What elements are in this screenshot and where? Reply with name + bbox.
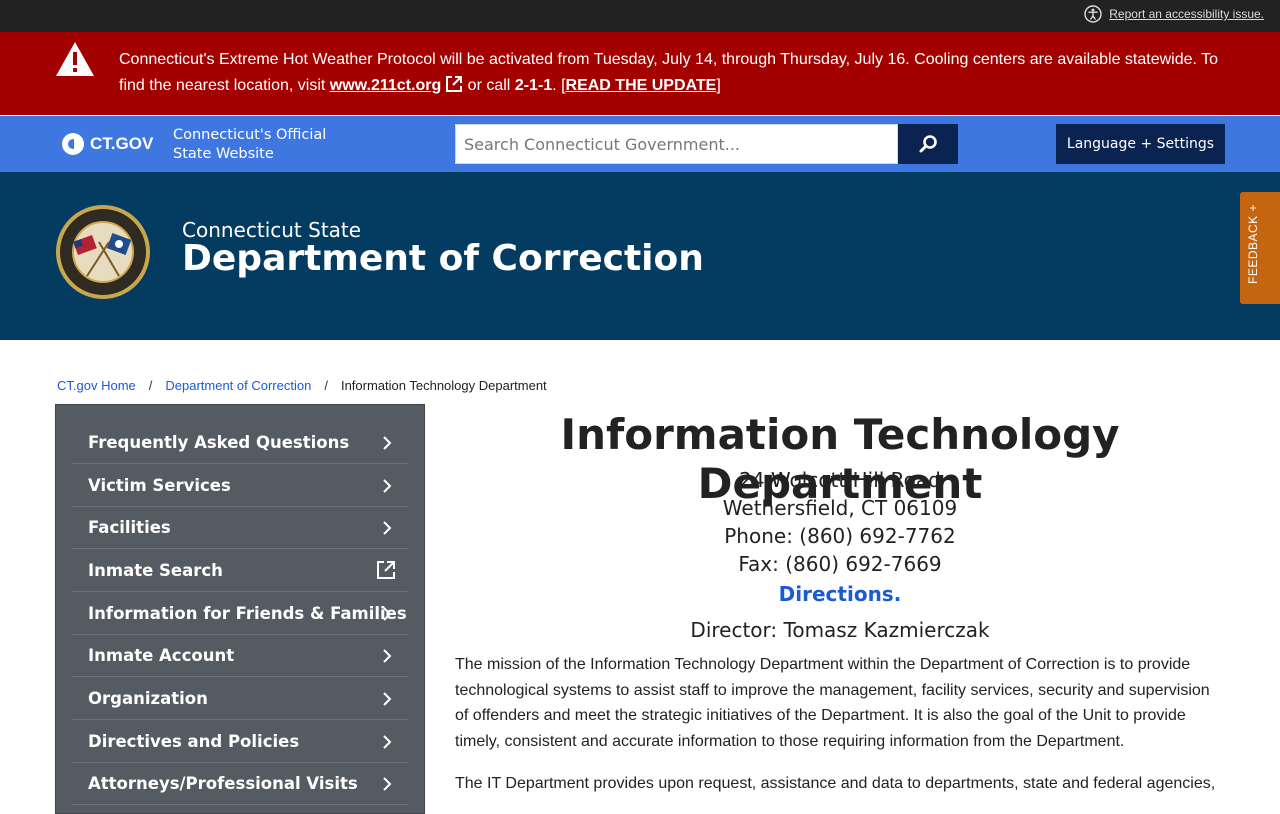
211ct-link[interactable]: www.211ct.org — [330, 76, 463, 94]
read-the-update-link[interactable]: READ THE UPDATE — [566, 77, 717, 94]
alert-text-part: ] — [716, 77, 721, 94]
breadcrumb-separator: / — [324, 378, 328, 393]
chevron-right-icon — [383, 479, 392, 493]
search-placeholder: Search Connecticut Government... — [464, 134, 740, 154]
ctgov-logo-icon — [62, 133, 84, 155]
nav-item-faq[interactable]: Frequently Asked Questions — [72, 421, 408, 464]
nav-item-inmate-account[interactable]: Inmate Account — [72, 634, 408, 677]
weather-alert-banner: Connecticut's Extreme Hot Weather Protoc… — [0, 32, 1280, 115]
breadcrumb-current: Information Technology Department — [340, 378, 547, 393]
external-link-icon — [377, 561, 395, 579]
agency-seal-icon — [56, 205, 150, 299]
211ct-link-label[interactable]: www.211ct.org — [330, 77, 441, 94]
ctgov-logo-text: CT.GOV — [90, 134, 154, 153]
nav-item-label: Directives and Policies — [88, 731, 300, 751]
nav-item-inmate-search[interactable]: Inmate Search — [72, 549, 408, 592]
nav-item-label: Victim Services — [88, 475, 231, 495]
nav-item-victim-services[interactable]: Victim Services — [72, 464, 408, 507]
breadcrumb: CT.gov Home / Department of Correction /… — [57, 378, 547, 393]
nav-item-friends-families[interactable]: Information for Friends & Families — [72, 592, 408, 635]
nav-item-label: Inmate Account — [88, 645, 235, 665]
breadcrumb-department[interactable]: Department of Correction — [165, 378, 311, 393]
nav-item-directives-policies[interactable]: Directives and Policies — [72, 720, 408, 763]
mission-paragraph: The mission of the Information Technolog… — [455, 656, 1210, 751]
chevron-right-icon — [383, 777, 392, 791]
top-bar: Report an accessibility issue. — [0, 0, 1280, 32]
side-navigation: Frequently Asked Questions Victim Servic… — [55, 404, 425, 814]
accessibility-link[interactable]: Report an accessibility issue. — [1084, 5, 1264, 23]
nav-item-label: Information for Friends & Families — [88, 603, 407, 623]
fax-number: Fax: (860) 692-7669 — [738, 552, 942, 576]
agency-header: Connecticut State Department of Correcti… — [0, 172, 1280, 340]
chevron-right-icon — [383, 692, 392, 706]
nav-item-facilities[interactable]: Facilities — [72, 506, 408, 549]
alert-text-part: . [ — [552, 77, 566, 94]
alert-phone: 2-1-1 — [514, 77, 553, 94]
accessibility-icon — [1084, 5, 1102, 23]
nav-item-organization[interactable]: Organization — [72, 677, 408, 720]
official-line-2: State Website — [173, 146, 274, 162]
search-input[interactable]: Search Connecticut Government... — [455, 124, 898, 164]
breadcrumb-home[interactable]: CT.gov Home — [57, 378, 136, 393]
official-website-label: Connecticut's Official State Website — [173, 126, 326, 164]
address-line-2: Wethersfield, CT 06109 — [722, 496, 958, 520]
agency-title[interactable]: Department of Correction — [182, 238, 704, 279]
nav-item-label: Inmate Search — [88, 560, 223, 580]
address-line-1: 24 Wolcott Hill Road — [739, 468, 941, 492]
nav-item-label: Facilities — [88, 517, 171, 537]
nav-item-attorneys-visits[interactable]: Attorneys/Professional Visits — [72, 762, 408, 805]
nav-item-label: Organization — [88, 688, 208, 708]
accessibility-link-label[interactable]: Report an accessibility issue. — [1109, 7, 1264, 21]
chevron-right-icon — [383, 436, 392, 450]
language-settings-button[interactable]: Language + Settings — [1056, 124, 1225, 164]
phone-number: Phone: (860) 692-7762 — [724, 524, 956, 548]
warning-icon — [56, 42, 94, 76]
official-line-1: Connecticut's Official — [173, 127, 327, 143]
directions-link[interactable]: Directions. — [455, 582, 1225, 606]
director-name: Director: Tomasz Kazmierczak — [690, 618, 990, 642]
nav-item-label: Frequently Asked Questions — [88, 432, 350, 452]
alert-text-part: or call — [463, 77, 515, 94]
search-button[interactable] — [898, 124, 958, 164]
external-link-icon — [446, 76, 463, 92]
ctgov-logo[interactable]: CT.GOV — [62, 133, 153, 155]
breadcrumb-separator: / — [148, 378, 153, 393]
feedback-tab[interactable]: FEEDBACK + — [1240, 192, 1280, 304]
nav-item-label: Attorneys/Professional Visits — [88, 773, 358, 793]
ctgov-bar: CT.GOV Connecticut's Official State Webs… — [0, 116, 1280, 172]
alert-message: Connecticut's Extreme Hot Weather Protoc… — [119, 47, 1229, 99]
chevron-right-icon — [383, 735, 392, 749]
chevron-right-icon — [383, 649, 392, 663]
services-paragraph: The IT Department provides upon request,… — [455, 775, 1216, 792]
chevron-right-icon — [383, 521, 392, 535]
chevron-right-icon — [383, 607, 392, 621]
search-icon — [919, 135, 937, 153]
feedback-label: FEEDBACK + — [1246, 203, 1260, 284]
page-title: Information Technology Department — [560, 410, 1120, 508]
